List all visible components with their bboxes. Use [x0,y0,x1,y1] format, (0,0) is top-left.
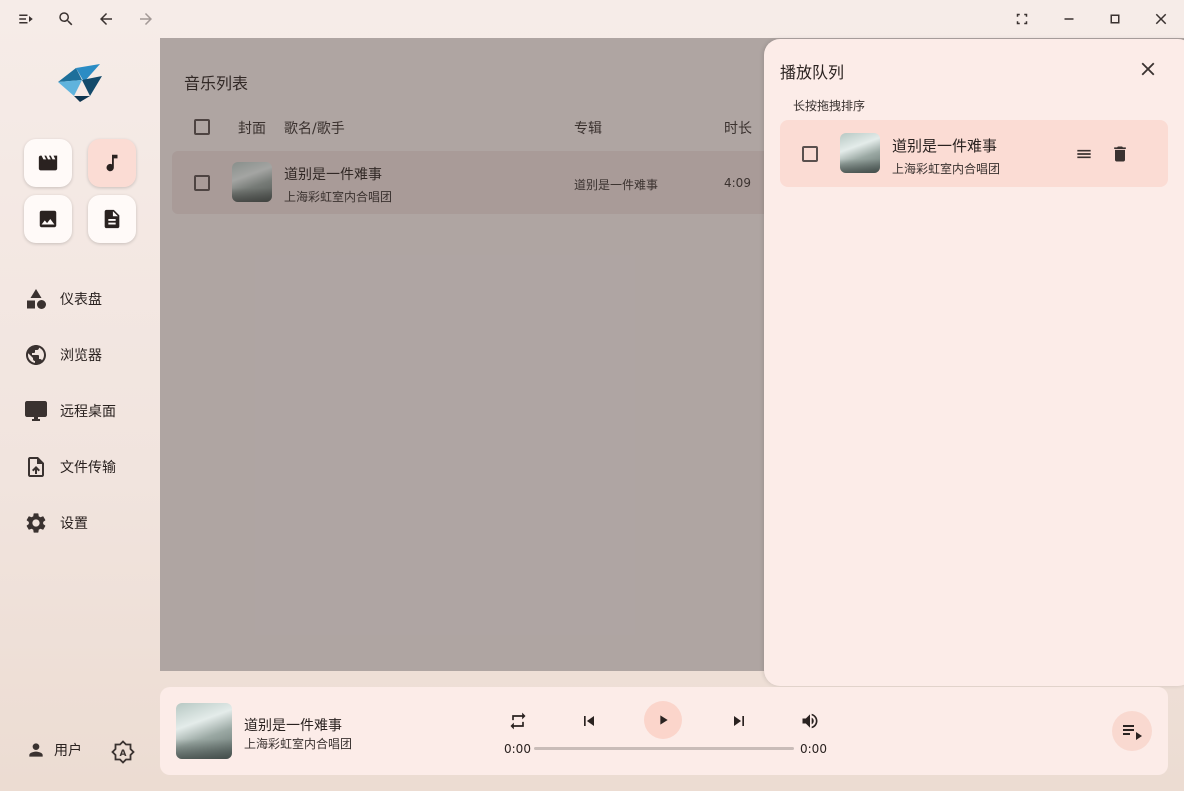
auto-theme-icon[interactable]: A [111,740,135,764]
document-icon [104,209,120,229]
image-app-button[interactable] [24,195,72,243]
total-time: 0:00 [800,742,827,756]
clapperboard-icon [38,155,58,171]
document-app-button[interactable] [88,195,136,243]
playlist-play-icon [1123,725,1142,740]
next-icon[interactable] [725,707,753,735]
title-bar [0,0,1184,38]
user-label: 用户 [54,743,82,759]
search-icon[interactable] [52,5,80,33]
nav-item-label: 浏览器 [60,348,102,364]
menu-collapse-icon[interactable] [12,5,40,33]
file-upload-icon [28,457,44,477]
nav-item-dashboard[interactable]: 仪表盘 [22,279,152,319]
nav-item-label: 设置 [60,516,88,532]
nav-item-label: 仪表盘 [60,292,102,308]
arrow-right-icon[interactable] [132,5,160,33]
nav-item-label: 文件传输 [60,460,116,476]
app-logo [54,60,106,104]
close-icon[interactable] [1147,5,1175,33]
gear-icon [26,513,46,533]
delete-icon[interactable] [1108,142,1132,166]
fullscreen-icon[interactable] [1008,5,1036,33]
queue-item-artist: 上海彩虹室内合唱团 [892,162,1001,176]
maximize-icon[interactable] [1101,5,1129,33]
user-button[interactable]: 用户 [26,740,82,760]
now-playing-artist: 上海彩虹室内合唱团 [244,737,353,751]
nav-item-file-transfer[interactable]: 文件传输 [22,447,152,487]
globe-icon [26,345,46,365]
shapes-icon [27,289,46,309]
nav-item-settings[interactable]: 设置 [22,503,152,543]
svg-text:A: A [120,749,127,759]
previous-icon[interactable] [575,707,603,735]
drag-handle-icon[interactable] [1072,142,1096,166]
queue-title: 播放队列 [780,63,845,82]
player-bar: 道别是一件难事 上海彩虹室内合唱团 0:00 0:00 [160,687,1168,775]
queue-item-cover [840,133,880,173]
queue-item[interactable]: 道别是一件难事 上海彩虹室内合唱团 [780,120,1168,187]
now-playing-name: 道别是一件难事 [244,718,342,734]
music-app-button[interactable] [88,139,136,187]
sidebar: 仪表盘 浏览器 远程桌面 文件传输 设置 用户 A [0,38,160,791]
queue-item-name: 道别是一件难事 [892,137,998,155]
play-queue-drawer: 播放队列 长按拖拽排序 道别是一件难事 上海彩虹室内合唱团 [764,39,1184,686]
nav-item-label: 远程桌面 [60,404,116,420]
now-playing-cover[interactable] [176,703,232,759]
queue-toggle-button[interactable] [1112,711,1152,751]
nav-item-browser[interactable]: 浏览器 [22,335,152,375]
seek-bar[interactable] [534,747,794,750]
queue-item-checkbox[interactable] [802,146,818,162]
play-icon [660,715,668,725]
video-app-button[interactable] [24,139,72,187]
image-icon [39,210,57,228]
queue-hint: 长按拖拽排序 [793,99,866,113]
current-time: 0:00 [504,742,531,756]
repeat-icon[interactable] [504,707,532,735]
volume-icon[interactable] [796,707,824,735]
music-note-icon [106,154,118,172]
play-button[interactable] [644,701,682,739]
person-icon [29,743,43,757]
close-queue-icon[interactable] [1134,55,1162,83]
minimize-icon[interactable] [1055,5,1083,33]
monitor-icon [25,401,47,421]
arrow-left-icon[interactable] [92,5,120,33]
nav-item-remote-desktop[interactable]: 远程桌面 [22,391,152,431]
